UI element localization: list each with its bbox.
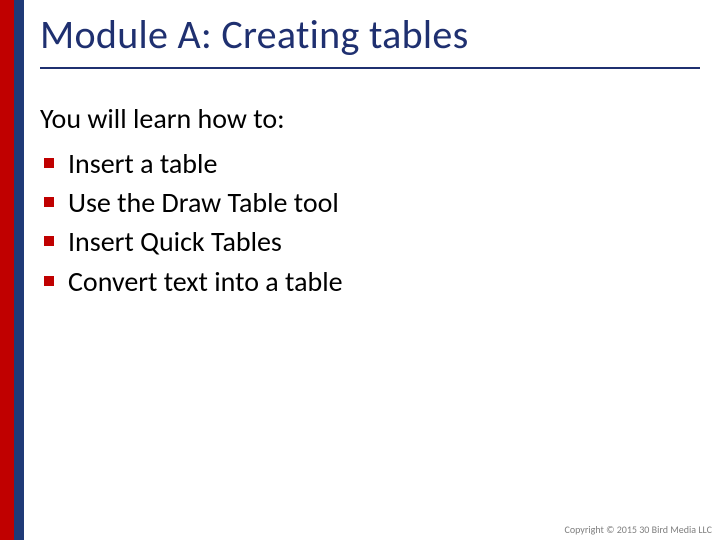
list-item: Insert a table (44, 144, 700, 183)
accent-stripe-blue (14, 0, 24, 540)
bullet-list: Insert a table Use the Draw Table tool I… (40, 144, 700, 301)
slide-content: Module A: Creating tables You will learn… (40, 10, 700, 301)
list-item: Insert Quick Tables (44, 222, 700, 261)
slide-title: Module A: Creating tables (40, 10, 700, 59)
accent-stripe-red (0, 0, 14, 540)
copyright-text: Copyright © 2015 30 Bird Media LLC (565, 523, 713, 536)
title-underline (40, 67, 700, 69)
intro-text: You will learn how to: (40, 101, 700, 136)
list-item: Use the Draw Table tool (44, 183, 700, 222)
list-item: Convert text into a table (44, 262, 700, 301)
